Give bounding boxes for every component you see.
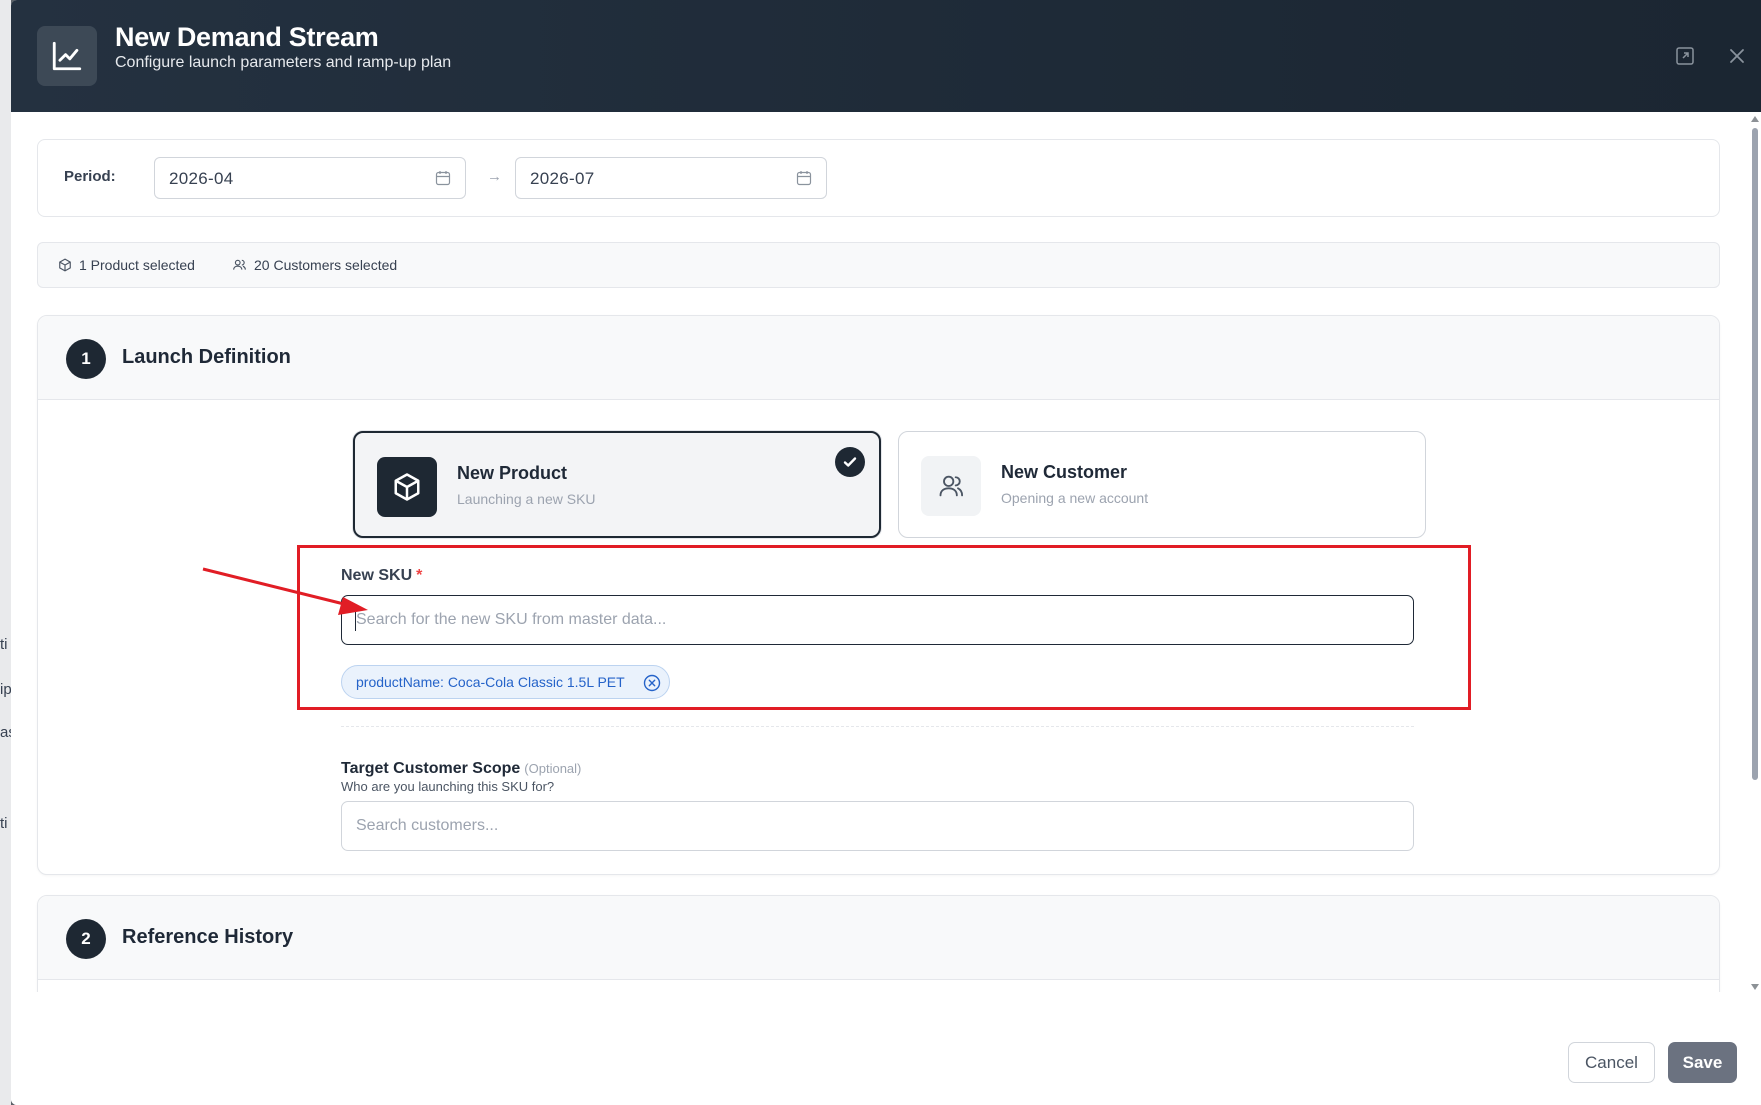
users-icon	[233, 259, 246, 270]
dialog-title: New Demand Stream	[115, 22, 379, 52]
cancel-button[interactable]: Cancel	[1568, 1042, 1655, 1083]
scrollbar-thumb[interactable]	[1752, 128, 1758, 780]
customer-count: 20 Customers selected	[232, 257, 397, 273]
scope-hint: Who are you launching this SKU for?	[341, 779, 555, 794]
period-card: Period: 2026-04 → 2026-07	[37, 139, 1720, 217]
dialog-footer: Cancel Save	[11, 992, 1761, 1105]
background-text-fragment: ip	[0, 681, 12, 698]
customer-search-field[interactable]	[342, 802, 1413, 850]
selection-summary: 1 Product selected 20 Customers selected	[37, 242, 1720, 288]
save-button[interactable]: Save	[1668, 1042, 1737, 1083]
scope-label-text: Target Customer Scope	[341, 760, 521, 777]
users-icon	[921, 456, 981, 516]
calendar-icon[interactable]	[796, 170, 812, 186]
expand-icon[interactable]	[1675, 46, 1695, 66]
target-customer-scope-label: Target Customer Scope (Optional)	[341, 760, 581, 778]
cube-icon	[59, 258, 71, 272]
background-page-strip	[0, 0, 11, 1105]
customer-search-input[interactable]	[341, 801, 1414, 851]
optional-tag: (Optional)	[524, 761, 582, 776]
calendar-icon[interactable]	[435, 170, 451, 186]
section-header[interactable]: 2 Reference History	[38, 896, 1719, 980]
product-count-label: 1 Product selected	[79, 257, 195, 273]
field-divider	[341, 726, 1414, 727]
section-header[interactable]: 1 Launch Definition	[38, 316, 1719, 400]
cube-icon	[377, 457, 437, 517]
customer-count-label: 20 Customers selected	[254, 257, 398, 273]
new-product-option[interactable]: New Product Launching a new SKU	[353, 431, 881, 538]
close-icon[interactable]	[1727, 46, 1747, 66]
line-chart-icon	[37, 26, 97, 86]
annotation-highlight-box	[297, 545, 1471, 710]
period-end-input[interactable]: 2026-07	[515, 157, 827, 199]
option-subtitle: Opening a new account	[1001, 490, 1149, 506]
new-customer-option[interactable]: New Customer Opening a new account	[898, 431, 1426, 538]
option-title: New Product	[457, 463, 568, 483]
period-start-input[interactable]: 2026-04	[154, 157, 466, 199]
dialog-subtitle: Configure launch parameters and ramp-up …	[115, 54, 452, 71]
step-number-badge: 1	[66, 339, 106, 379]
section-title: Reference History	[122, 926, 294, 948]
period-start-value: 2026-04	[169, 169, 234, 188]
product-count: 1 Product selected	[58, 257, 195, 273]
option-title: New Customer	[1001, 462, 1128, 482]
period-end-value: 2026-07	[530, 169, 595, 188]
checkmark-icon	[835, 447, 865, 477]
background-text-fragment: ti	[0, 636, 8, 653]
background-text-fragment: ti	[0, 815, 8, 832]
dialog-header: New Demand Stream Configure launch param…	[11, 0, 1761, 112]
period-label: Period:	[64, 168, 116, 185]
scroll-down-arrow-icon[interactable]	[1751, 984, 1759, 990]
period-separator: →	[487, 168, 502, 185]
section-title: Launch Definition	[122, 346, 291, 368]
scroll-up-arrow-icon[interactable]	[1751, 116, 1759, 122]
option-subtitle: Launching a new SKU	[457, 491, 596, 507]
reference-history-section: 2 Reference History	[37, 895, 1720, 992]
step-number-badge: 2	[66, 919, 106, 959]
